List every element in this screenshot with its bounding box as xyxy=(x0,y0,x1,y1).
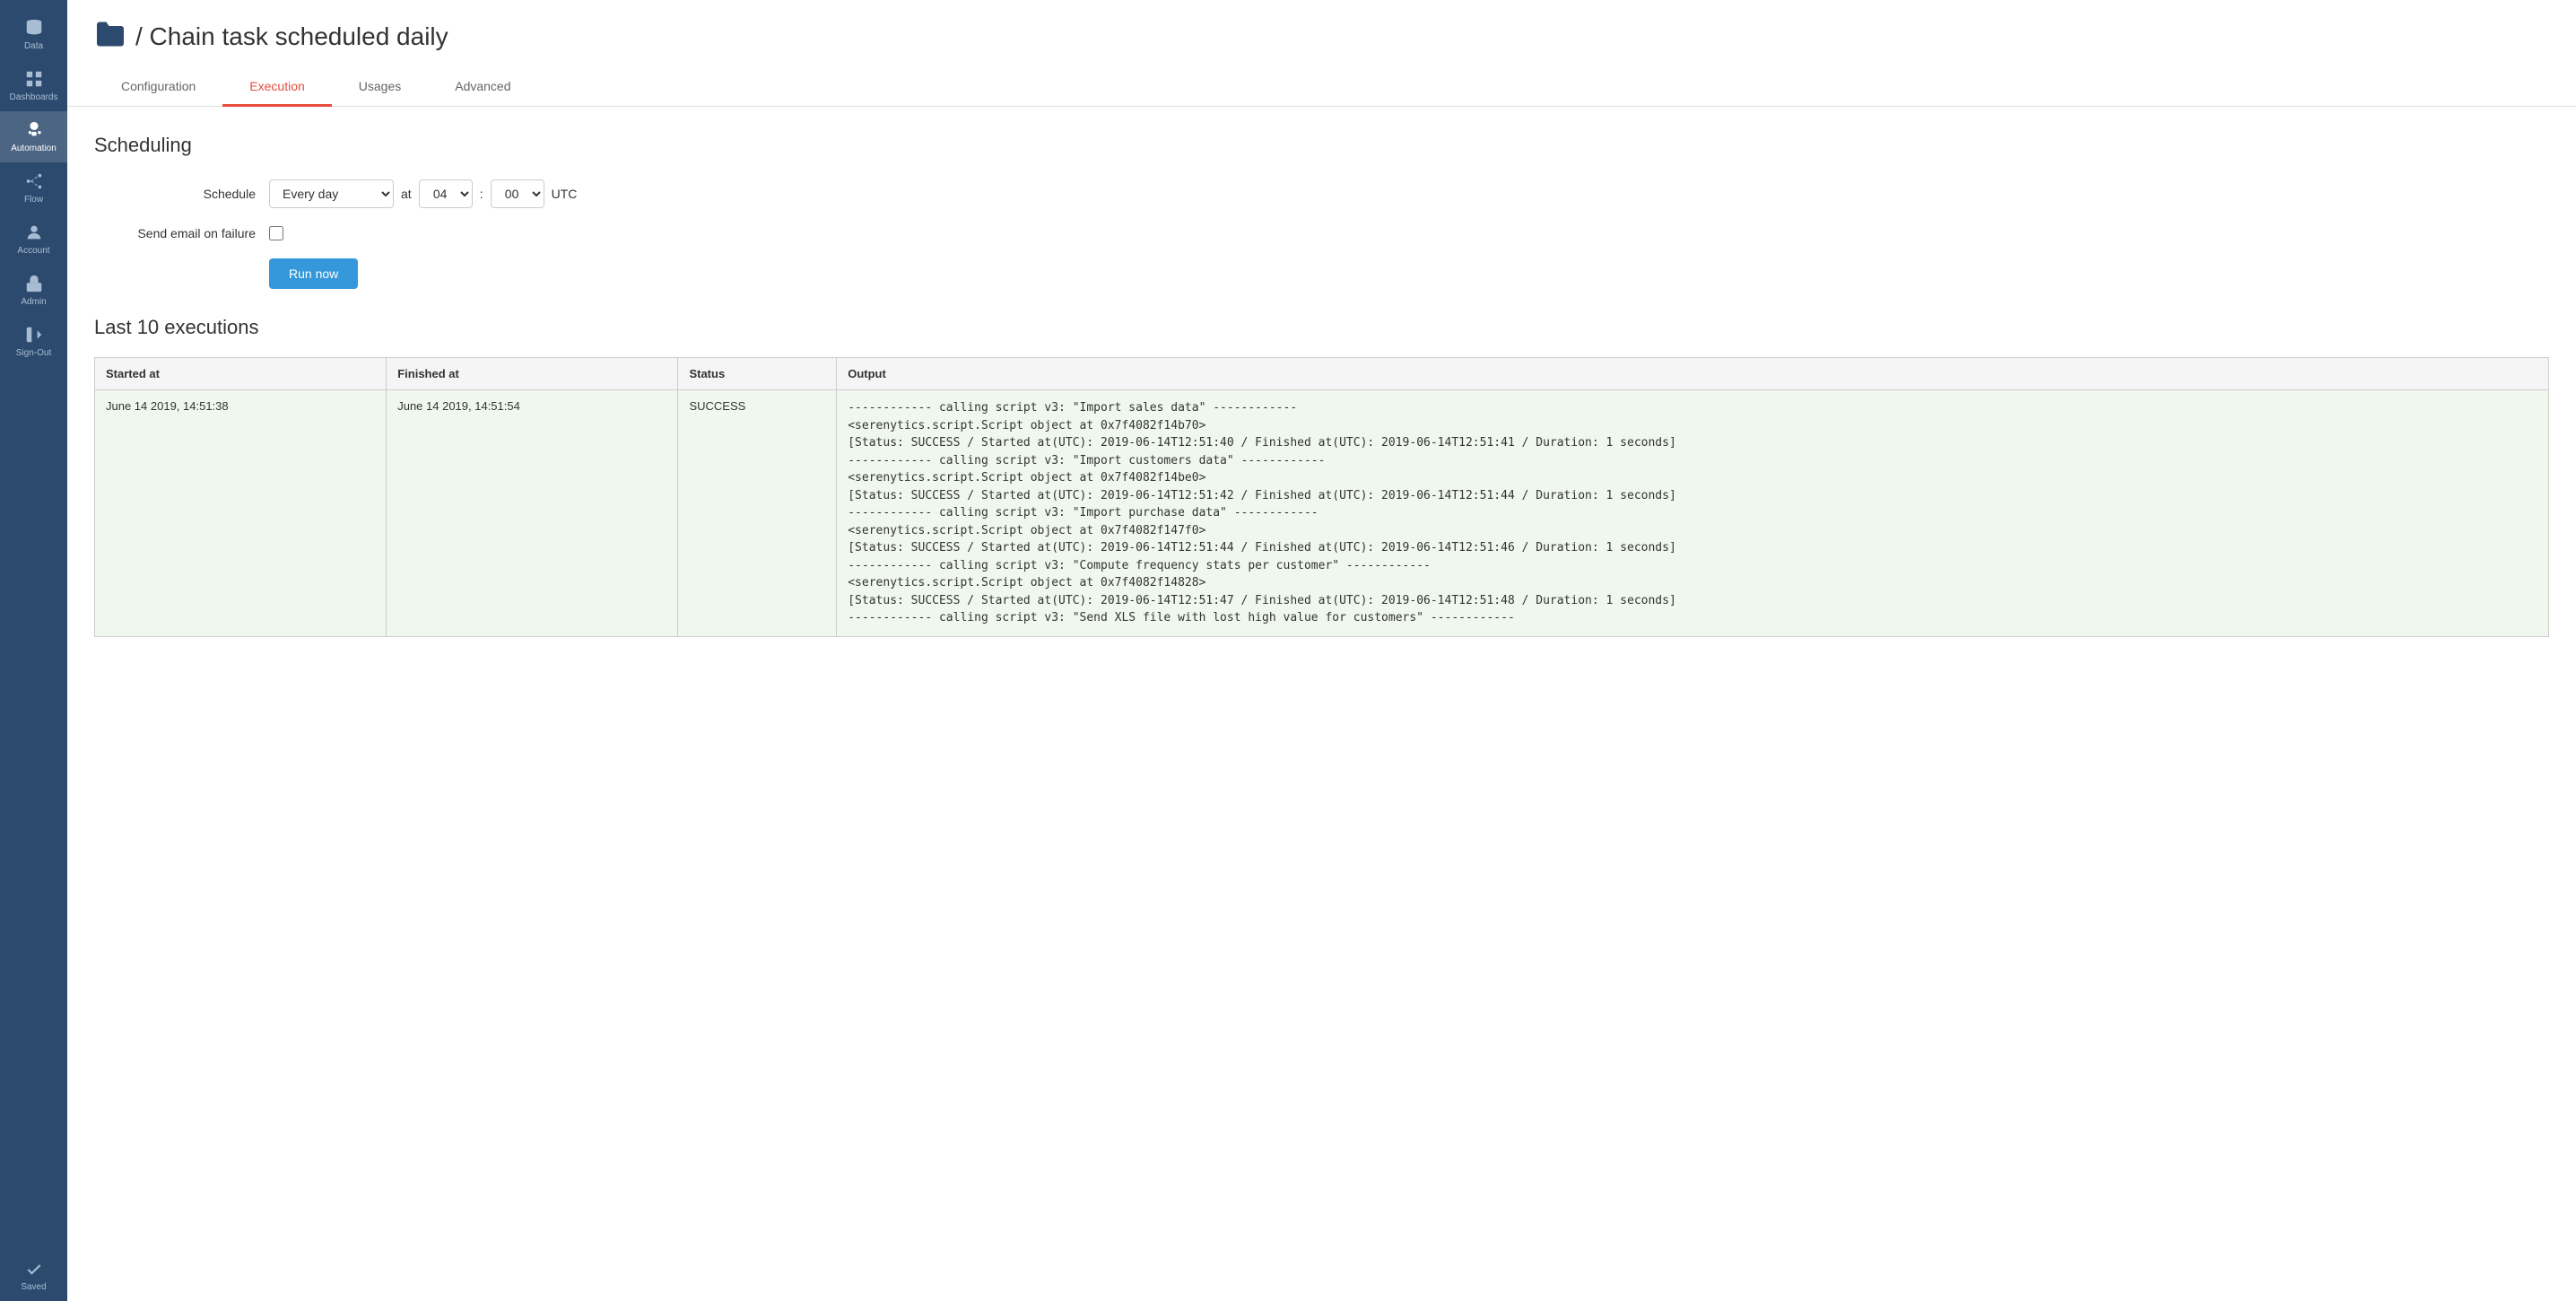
at-label: at xyxy=(401,187,412,201)
sidebar-item-signout[interactable]: Sign-Out xyxy=(0,316,67,367)
account-icon xyxy=(24,223,44,242)
cell-started: June 14 2019, 14:51:38 xyxy=(95,390,387,637)
col-started-at: Started at xyxy=(95,358,387,390)
scheduling-section-title: Scheduling xyxy=(94,134,2549,157)
schedule-controls: Every day Every hour Every week Every mo… xyxy=(269,179,577,208)
hour-select[interactable]: 04 00010203 05060708 09101112 13141516 1… xyxy=(419,179,473,208)
sidebar-item-account[interactable]: Account xyxy=(0,214,67,265)
sidebar-item-account-label: Account xyxy=(17,246,49,256)
check-icon xyxy=(25,1261,43,1279)
saved-item[interactable]: Saved xyxy=(0,1252,67,1301)
email-failure-checkbox[interactable] xyxy=(269,226,283,240)
schedule-row: Schedule Every day Every hour Every week… xyxy=(94,179,2549,208)
sidebar-item-signout-label: Sign-Out xyxy=(16,348,51,358)
sidebar-item-admin[interactable]: Admin xyxy=(0,265,67,316)
data-icon xyxy=(24,18,44,38)
saved-label: Saved xyxy=(21,1282,46,1292)
sidebar-item-admin-label: Admin xyxy=(21,297,46,307)
table-row: June 14 2019, 14:51:38 June 14 2019, 14:… xyxy=(95,390,2549,637)
page-title: / Chain task scheduled daily xyxy=(135,22,448,51)
sidebar-item-automation[interactable]: Automation xyxy=(0,111,67,162)
signout-icon xyxy=(24,325,44,345)
executions-table: Started at Finished at Status Output Jun… xyxy=(94,357,2549,637)
tab-configuration[interactable]: Configuration xyxy=(94,68,222,107)
automation-icon xyxy=(24,120,44,140)
col-finished-at: Finished at xyxy=(387,358,678,390)
tabs-bar: Configuration Execution Usages Advanced xyxy=(67,68,2576,107)
email-row: Send email on failure xyxy=(94,226,2549,240)
cell-output: ------------ calling script v3: "Import … xyxy=(837,390,2549,637)
flow-icon xyxy=(24,171,44,191)
schedule-select[interactable]: Every day Every hour Every week Every mo… xyxy=(269,179,394,208)
sidebar-item-flow[interactable]: Flow xyxy=(0,162,67,214)
sidebar-item-dashboards[interactable]: Dashboards xyxy=(0,60,67,111)
main-content: / Chain task scheduled daily Configurati… xyxy=(67,0,2576,1301)
sidebar-item-automation-label: Automation xyxy=(11,144,57,153)
run-now-button[interactable]: Run now xyxy=(269,258,358,289)
tab-advanced[interactable]: Advanced xyxy=(428,68,537,107)
sidebar-item-data-label: Data xyxy=(24,41,43,51)
executions-section: Last 10 executions Started at Finished a… xyxy=(94,316,2549,637)
colon-label: : xyxy=(480,187,483,201)
cell-status: SUCCESS xyxy=(678,390,837,637)
sidebar-item-flow-label: Flow xyxy=(24,195,43,205)
schedule-label: Schedule xyxy=(94,187,256,201)
utc-label: UTC xyxy=(552,187,578,201)
col-output: Output xyxy=(837,358,2549,390)
sidebar-item-data[interactable]: Data xyxy=(0,9,67,60)
sidebar-bottom: Saved xyxy=(0,1252,67,1301)
dashboards-icon xyxy=(24,69,44,89)
page-header: / Chain task scheduled daily xyxy=(67,0,2576,55)
col-status: Status xyxy=(678,358,837,390)
folder-icon xyxy=(94,18,126,55)
email-failure-label: Send email on failure xyxy=(94,226,256,240)
tab-execution[interactable]: Execution xyxy=(222,68,331,107)
sidebar: Data Dashboards Automation Flow Account … xyxy=(0,0,67,1301)
content-area: Scheduling Schedule Every day Every hour… xyxy=(67,107,2576,664)
admin-icon xyxy=(24,274,44,293)
sidebar-item-dashboards-label: Dashboards xyxy=(10,92,58,102)
executions-section-title: Last 10 executions xyxy=(94,316,2549,339)
tab-usages[interactable]: Usages xyxy=(332,68,428,107)
minute-select[interactable]: 00 153045 xyxy=(491,179,544,208)
cell-finished: June 14 2019, 14:51:54 xyxy=(387,390,678,637)
